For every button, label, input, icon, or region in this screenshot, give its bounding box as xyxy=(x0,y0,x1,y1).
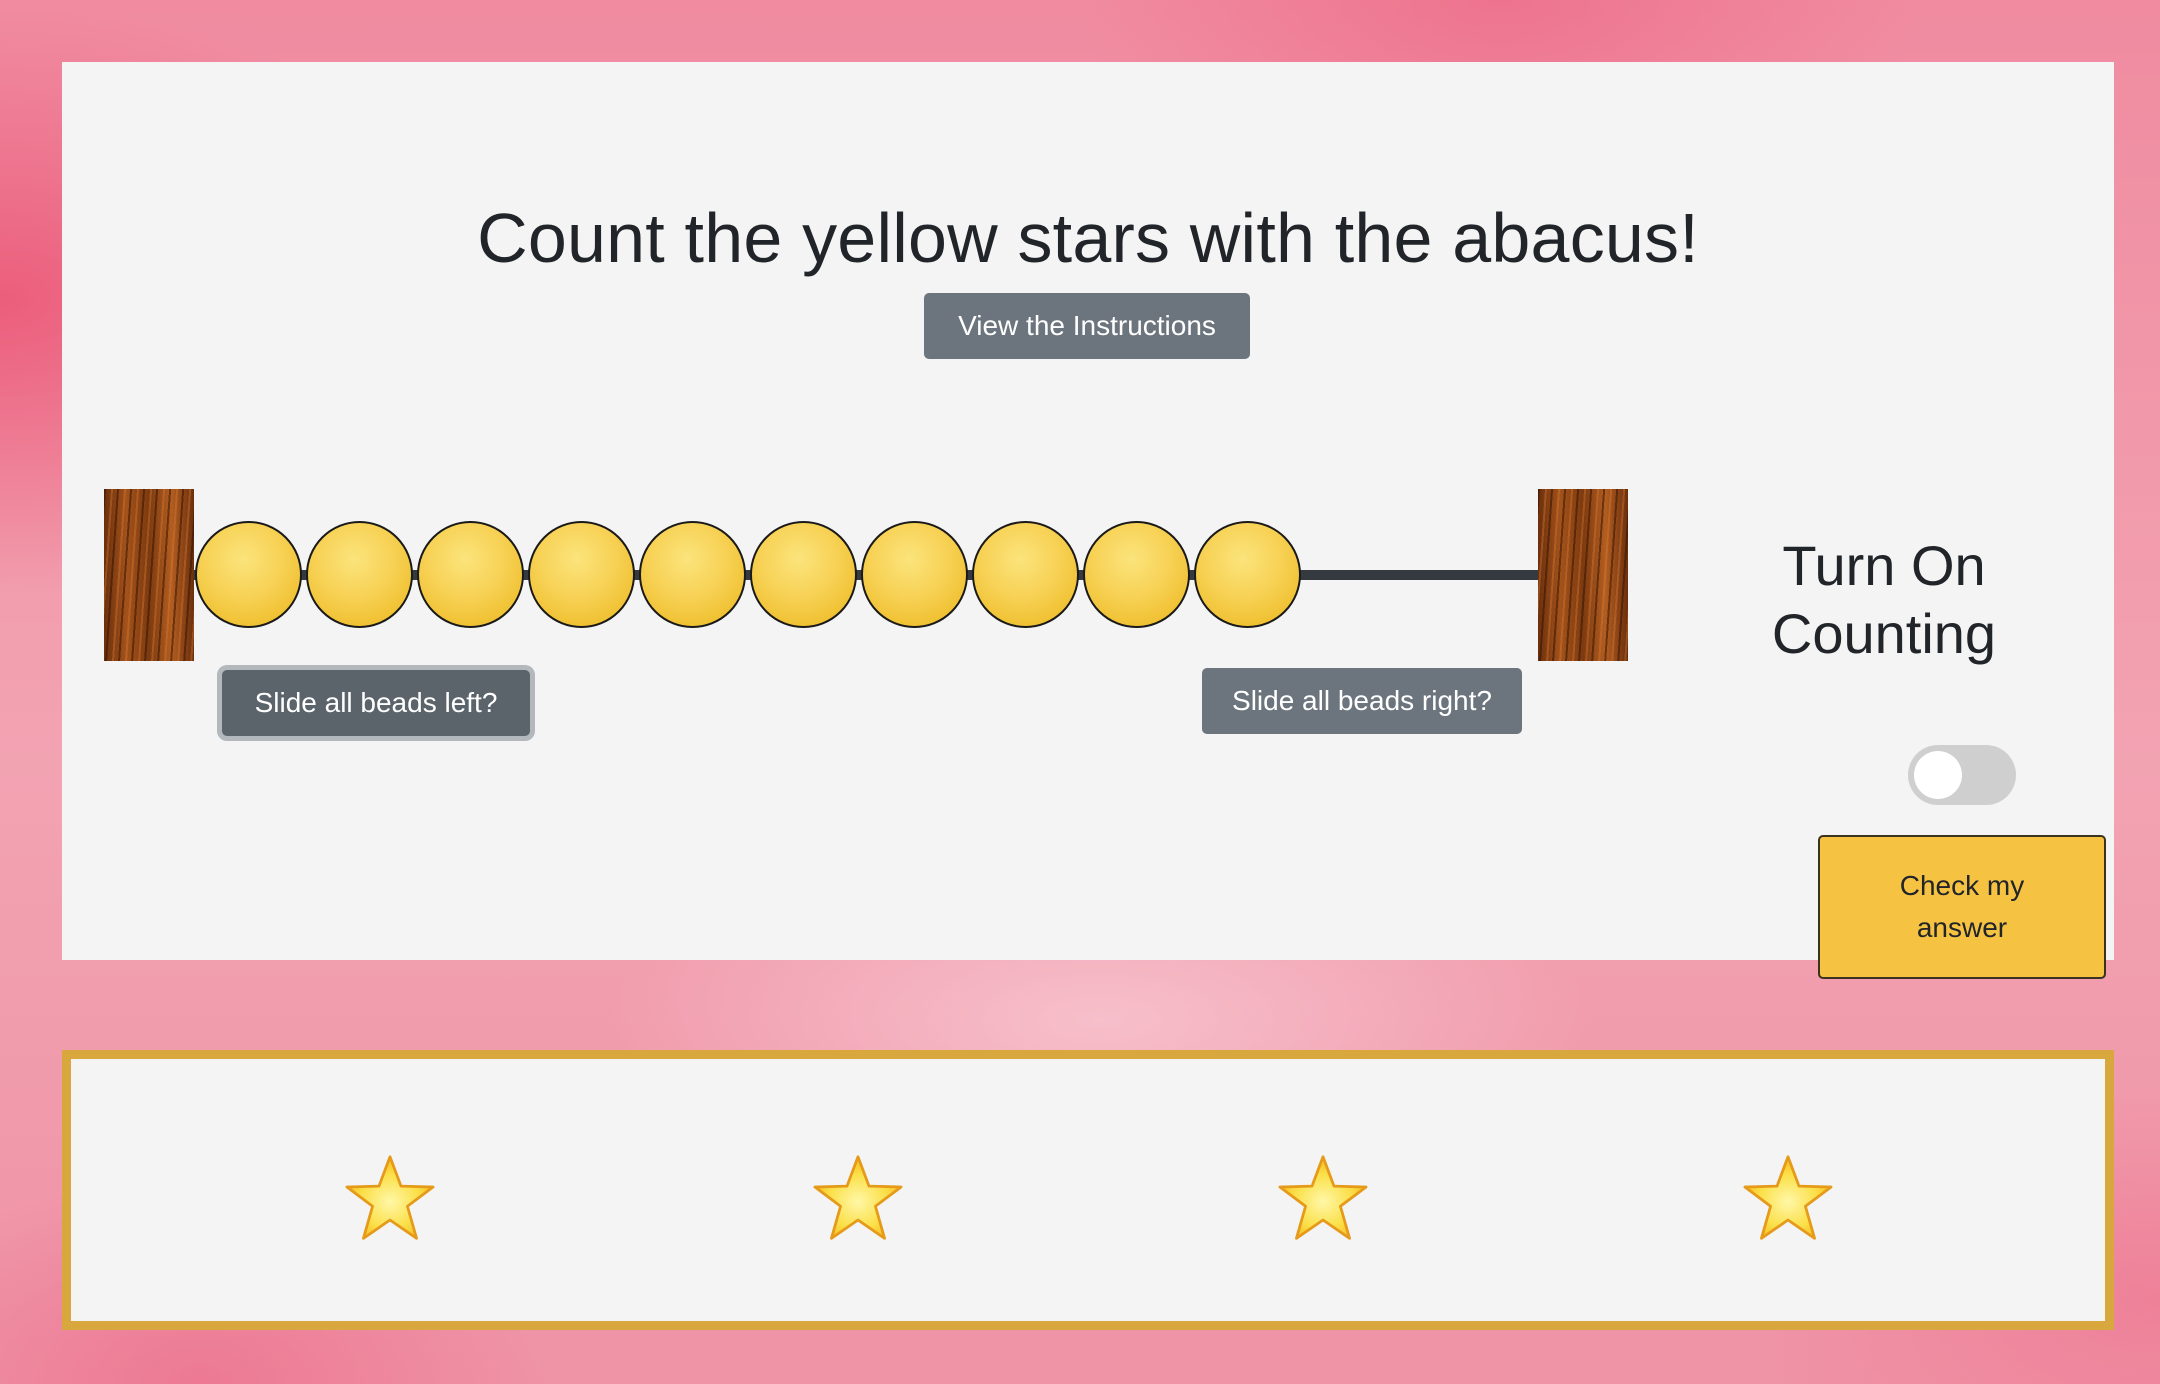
abacus-left-post xyxy=(104,489,194,661)
star-icon xyxy=(1277,1154,1369,1242)
bead[interactable] xyxy=(528,521,635,628)
toggle-knob xyxy=(1914,751,1962,799)
star-icon xyxy=(1742,1154,1834,1242)
counting-toggle-label: Turn On Counting xyxy=(1771,534,1997,665)
slide-beads-left-button[interactable]: Slide all beads left? xyxy=(222,670,530,736)
bead[interactable] xyxy=(1083,521,1190,628)
main-panel: Count the yellow stars with the abacus! … xyxy=(62,62,2114,979)
bead[interactable] xyxy=(306,521,413,628)
abacus xyxy=(104,489,1628,661)
check-answer-button[interactable]: Check my answer xyxy=(1818,835,2106,979)
page-title: Count the yellow stars with the abacus! xyxy=(477,199,1699,277)
bead[interactable] xyxy=(972,521,1079,628)
bead[interactable] xyxy=(195,521,302,628)
slide-beads-right-button[interactable]: Slide all beads right? xyxy=(1202,668,1522,734)
bead[interactable] xyxy=(417,521,524,628)
view-instructions-button[interactable]: View the Instructions xyxy=(924,293,1250,359)
bead[interactable] xyxy=(1194,521,1301,628)
stars-panel xyxy=(62,1050,2114,1330)
bead[interactable] xyxy=(861,521,968,628)
star-icon xyxy=(344,1154,436,1242)
counting-toggle[interactable] xyxy=(1908,745,2016,805)
bead[interactable] xyxy=(639,521,746,628)
star-icon xyxy=(812,1154,904,1242)
abacus-right-post xyxy=(1538,489,1628,661)
bead[interactable] xyxy=(750,521,857,628)
bead-row xyxy=(195,521,1305,629)
